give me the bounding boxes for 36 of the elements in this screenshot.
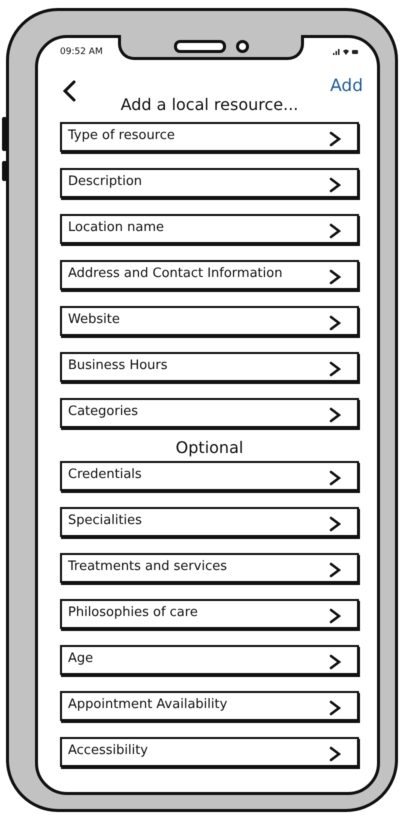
chevron-icon xyxy=(329,269,341,285)
field-row[interactable]: Age xyxy=(60,645,359,675)
field-row[interactable]: Philosophies of care xyxy=(60,599,359,629)
field-row[interactable]: Appointment Availability xyxy=(60,691,359,721)
chevron-icon xyxy=(329,315,341,331)
status-icons xyxy=(333,48,359,56)
chevron-icon xyxy=(329,407,341,423)
field-row[interactable]: Accessibility xyxy=(60,737,359,767)
field-row[interactable]: Description xyxy=(60,168,359,198)
chevron-icon xyxy=(329,746,341,762)
back-icon[interactable] xyxy=(62,80,76,102)
chevron-icon xyxy=(329,177,341,193)
chevron-icon xyxy=(329,516,341,532)
field-row[interactable]: Categories xyxy=(60,398,359,428)
chevron-icon xyxy=(329,700,341,716)
screen-title: Add a local resource... xyxy=(120,95,300,114)
chevron-icon xyxy=(329,562,341,578)
field-row[interactable]: Type of resource xyxy=(60,122,359,152)
field-row[interactable]: Specialities xyxy=(60,507,359,537)
field-row[interactable]: Treatments and services xyxy=(60,553,359,583)
add-link[interactable]: Add xyxy=(330,76,363,96)
field-row[interactable]: Address and Contact Information xyxy=(60,260,359,290)
chevron-icon xyxy=(329,223,341,239)
camera-icon xyxy=(236,40,248,52)
field-row[interactable]: Business Hours xyxy=(60,352,359,382)
chevron-icon xyxy=(329,470,341,486)
section-heading: Optional xyxy=(174,438,244,457)
chevron-icon xyxy=(329,361,341,377)
chevron-icon xyxy=(329,608,341,624)
field-row[interactable]: Location name xyxy=(60,214,359,244)
status-time: 09:52 AM xyxy=(60,47,103,57)
speaker-icon xyxy=(174,40,226,52)
chevron-icon xyxy=(329,131,341,147)
field-row[interactable]: Website xyxy=(60,306,359,336)
chevron-icon xyxy=(329,654,341,670)
field-row[interactable]: Credentials xyxy=(60,461,359,491)
